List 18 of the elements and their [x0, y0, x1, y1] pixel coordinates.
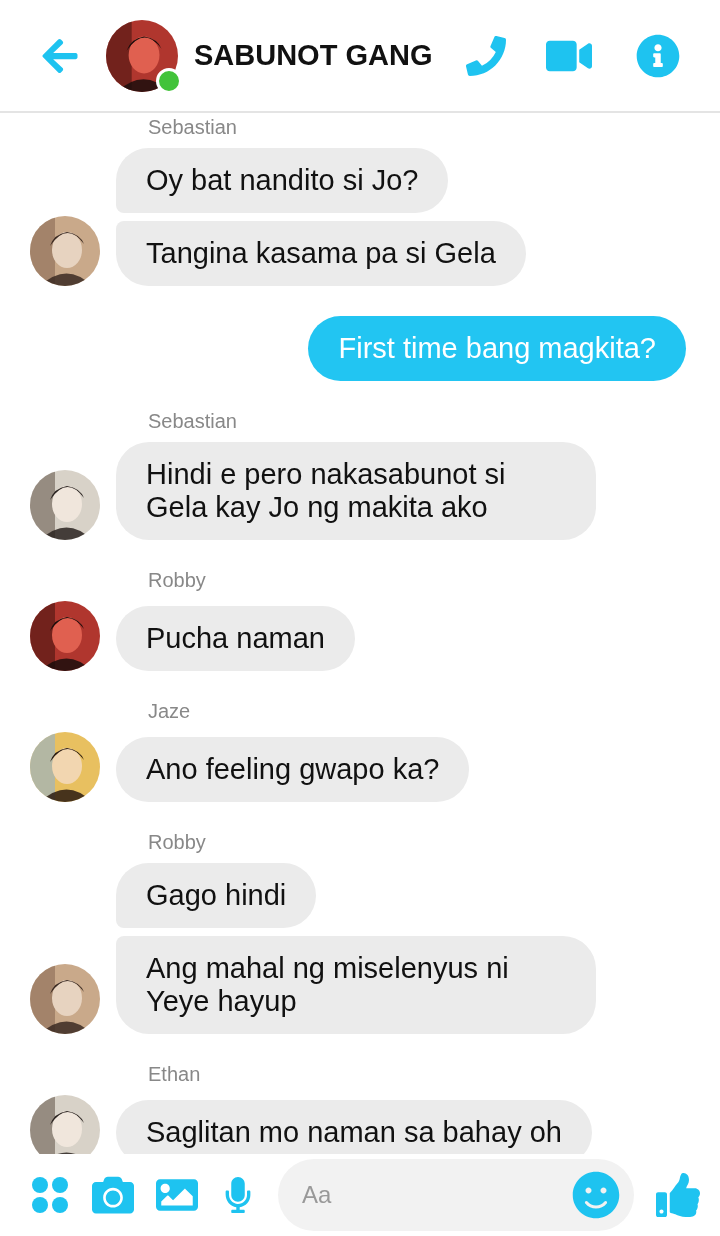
message-bubble: Ano feeling gwapo ka?: [116, 737, 470, 802]
message-bubble: Hindi e pero nakasabunot si Gela kay Jo ng makita ako: [116, 442, 596, 540]
message-bubble: Tangina kasama pa si Gela: [116, 221, 526, 286]
message-bubble: Gago hindi: [116, 863, 317, 928]
message-field[interactable]: Aa: [278, 1159, 634, 1231]
sent-message-bubble: First time bang magkita?: [308, 316, 686, 381]
sender-name: Sebastian: [147, 117, 238, 137]
message-bubble: Oy bat nandito si Jo?: [116, 148, 449, 213]
sender-name: Jaze: [147, 701, 192, 721]
chat-title: SABUNOT GANG: [194, 37, 434, 73]
sender-name: Robby: [147, 832, 207, 852]
message-bubble: Ang mahal ng miselenyus ni Yeye hayup: [116, 936, 596, 1034]
message-bubble: Saglitan mo naman sa bahay oh: [116, 1100, 592, 1154]
sender-name: Robby: [147, 570, 207, 590]
sender-name: Ethan: [147, 1064, 202, 1084]
message-bubble: Pucha naman: [116, 606, 355, 671]
sender-name: Sebastian: [147, 411, 238, 431]
message-input[interactable]: Aa: [302, 1177, 572, 1213]
